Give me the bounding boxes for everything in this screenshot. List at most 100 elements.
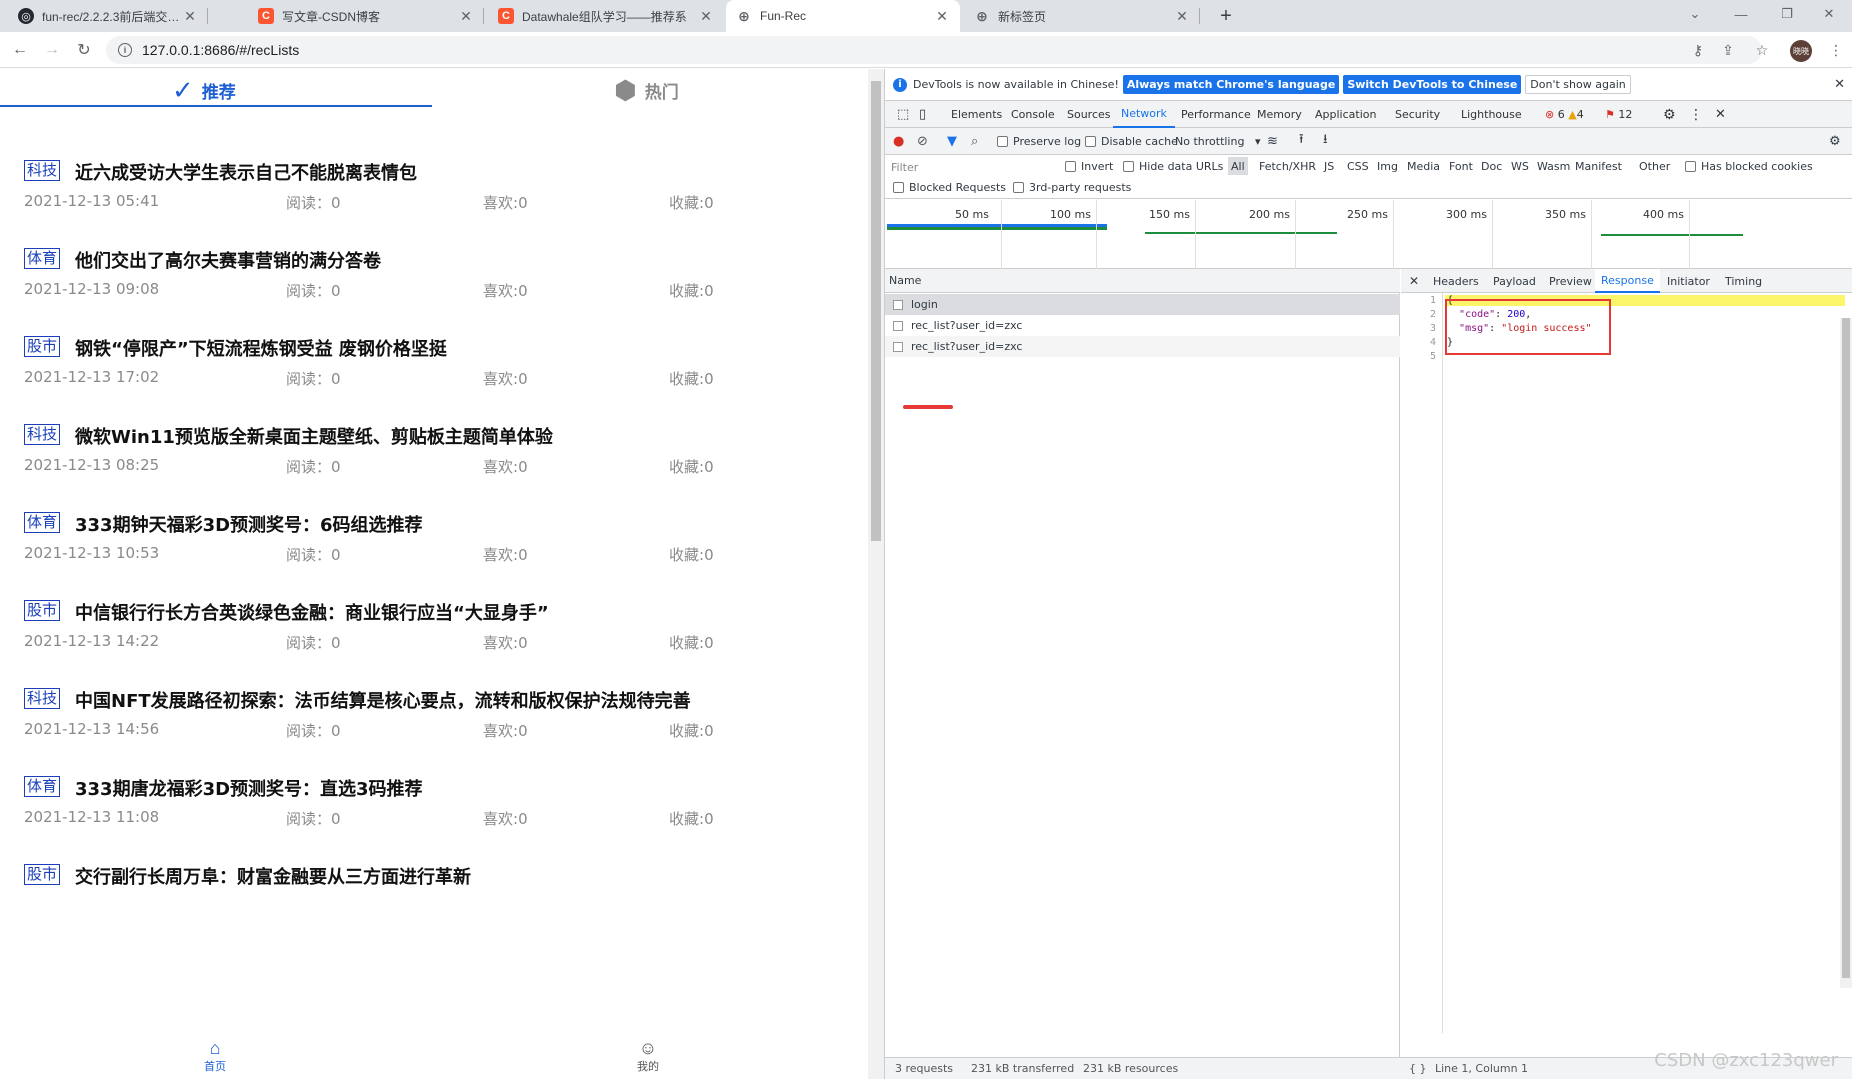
close-icon[interactable]: ✕ xyxy=(934,8,950,25)
star-icon[interactable]: ☆ xyxy=(1752,40,1772,60)
news-item[interactable]: 体育 他们交出了高尔夫赛事营销的满分答卷 2021-12-13 09:08 阅读：0 喜… xyxy=(24,243,844,333)
request-row[interactable]: rec_list?user_id=zxc xyxy=(885,315,1400,336)
invert-checkbox[interactable]: Invert xyxy=(1065,157,1113,175)
news-title[interactable]: 钢铁“停限产”下短流程炼钢受益 废钢价格坚挺 xyxy=(75,335,447,361)
share-icon[interactable]: ⇪ xyxy=(1718,40,1738,60)
blocked-requests-checkbox[interactable]: Blocked Requests xyxy=(893,178,1006,196)
scrollbar-thumb[interactable] xyxy=(871,81,881,541)
restore-button[interactable]: ❐ xyxy=(1764,0,1810,28)
filter-type-img[interactable]: Img xyxy=(1377,157,1398,175)
request-row[interactable]: login xyxy=(885,294,1400,315)
news-item[interactable]: 科技 近六成受访大学生表示自己不能脱离表情包 2021-12-13 05:41 阅读：… xyxy=(24,155,844,245)
browser-tab[interactable]: ⊕ 新标签页 ✕ xyxy=(964,0,1200,32)
preserve-log-checkbox[interactable]: Preserve log xyxy=(997,132,1081,150)
filter-icon[interactable]: ▼ xyxy=(947,132,957,150)
tab-sources[interactable]: Sources xyxy=(1059,101,1119,128)
filter-type-all[interactable]: All xyxy=(1228,157,1248,175)
download-icon[interactable]: ⭳ xyxy=(1323,132,1328,150)
response-body[interactable]: 1 2 3 4 5 { "code": 200, "msg": "login s… xyxy=(1401,293,1852,1033)
close-icon[interactable]: ✕ xyxy=(1403,269,1425,293)
filter-type-other[interactable]: Other xyxy=(1639,157,1670,175)
reload-icon[interactable]: ↻ xyxy=(72,38,96,62)
error-badge[interactable]: ⊗ 6 ▲ 4 xyxy=(1537,101,1592,128)
device-toolbar-icon[interactable]: ▯ xyxy=(911,101,934,128)
news-item[interactable]: 科技 微软Win11预览版全新桌面主题壁纸、剪贴板主题简单体验 2021-12-13… xyxy=(24,419,844,509)
tab-payload[interactable]: Payload xyxy=(1487,269,1542,293)
news-item[interactable]: 股市 交行副行长周万阜：财富金融要从三方面进行革新 xyxy=(24,859,844,949)
news-title[interactable]: 他们交出了高尔夫赛事营销的满分答卷 xyxy=(75,247,381,273)
forward-arrow-icon[interactable]: → xyxy=(40,38,64,62)
new-tab-button[interactable]: + xyxy=(1214,0,1238,32)
tab-recommend[interactable]: ✓ 推荐 xyxy=(172,71,236,109)
news-title[interactable]: 333期钟天福彩3D预测奖号：6码组选推荐 xyxy=(75,511,423,537)
braces-icon[interactable]: { } xyxy=(1409,1062,1427,1075)
tab-security[interactable]: Security xyxy=(1387,101,1448,128)
tab-headers[interactable]: Headers xyxy=(1427,269,1485,293)
filter-type-wasm[interactable]: Wasm xyxy=(1537,157,1570,175)
tab-hot[interactable]: ⬢ 热门 xyxy=(614,71,679,109)
disable-cache-checkbox[interactable]: Disable cache xyxy=(1085,132,1178,150)
filter-type-manifest[interactable]: Manifest xyxy=(1575,157,1622,175)
news-item[interactable]: 股市 中信银行行长方合英谈绿色金融：商业银行应当“大显身手” 2021-12-13 … xyxy=(24,595,844,685)
browser-tab[interactable]: C Datawhale组队学习——推荐系 ✕ xyxy=(488,0,724,32)
news-title[interactable]: 微软Win11预览版全新桌面主题壁纸、剪贴板主题简单体验 xyxy=(75,423,553,449)
filter-type-doc[interactable]: Doc xyxy=(1481,157,1502,175)
browser-tab-active[interactable]: ⊕ Fun-Rec ✕ xyxy=(726,0,960,32)
info-icon[interactable]: i xyxy=(118,43,132,57)
bottom-tab-home[interactable]: ⌂ 首页 xyxy=(185,1032,245,1079)
news-title[interactable]: 中国NFT发展路径初探索：法币结算是核心要点，流转和版权保护法规待完善 xyxy=(75,687,691,713)
filter-type-media[interactable]: Media xyxy=(1407,157,1440,175)
tab-performance[interactable]: Performance xyxy=(1173,101,1259,128)
third-party-checkbox[interactable]: 3rd-party requests xyxy=(1013,178,1131,196)
clear-icon[interactable]: ⊘ xyxy=(917,132,928,150)
scrollbar-thumb[interactable] xyxy=(1842,318,1850,978)
news-title[interactable]: 333期唐龙福彩3D预测奖号：直选3码推荐 xyxy=(75,775,423,801)
close-icon[interactable]: ✕ xyxy=(698,8,714,25)
key-icon[interactable]: ⚷ xyxy=(1688,40,1708,60)
gear-icon[interactable]: ⚙ xyxy=(1829,132,1841,150)
throttling-select[interactable]: No throttling ▾ xyxy=(1175,132,1260,150)
news-item[interactable]: 体育 333期钟天福彩3D预测奖号：6码组选推荐 2021-12-13 10:53 阅… xyxy=(24,507,844,597)
page-scrollbar[interactable] xyxy=(868,69,884,1079)
news-item[interactable]: 体育 333期唐龙福彩3D预测奖号：直选3码推荐 2021-12-13 11:08 阅… xyxy=(24,771,844,861)
response-scrollbar[interactable] xyxy=(1840,318,1852,988)
filter-type-fetch[interactable]: Fetch/XHR xyxy=(1259,157,1316,175)
news-title[interactable]: 交行副行长周万阜：财富金融要从三方面进行革新 xyxy=(75,863,471,889)
dont-show-again-button[interactable]: Don't show again xyxy=(1525,75,1631,94)
news-title[interactable]: 近六成受访大学生表示自己不能脱离表情包 xyxy=(75,159,417,185)
issues-badge[interactable]: ⚑ 12 xyxy=(1597,101,1640,128)
tab-application[interactable]: Application xyxy=(1307,101,1384,128)
avatar[interactable]: 晓晓 xyxy=(1790,40,1812,62)
tab-network[interactable]: Network xyxy=(1113,101,1175,128)
close-icon[interactable]: ✕ xyxy=(1707,101,1734,128)
tab-console[interactable]: Console xyxy=(1003,101,1063,128)
network-conditions-icon[interactable]: ≋ xyxy=(1267,132,1278,150)
browser-tab[interactable]: C 写文章-CSDN博客 ✕ xyxy=(248,0,484,32)
column-name[interactable]: Name xyxy=(889,274,921,287)
close-icon[interactable]: ✕ xyxy=(1834,77,1845,92)
tab-memory[interactable]: Memory xyxy=(1249,101,1310,128)
gear-icon[interactable]: ⚙ xyxy=(1655,101,1684,128)
address-bar[interactable]: i 127.0.0.1:8686/#/recLists xyxy=(106,36,1762,64)
filter-input[interactable]: Filter xyxy=(891,158,1025,176)
more-vert-icon[interactable]: ⋮ xyxy=(1826,40,1846,60)
filter-type-font[interactable]: Font xyxy=(1449,157,1473,175)
news-item[interactable]: 科技 中国NFT发展路径初探索：法币结算是核心要点，流转和版权保护法规待完善 202… xyxy=(24,683,844,773)
has-blocked-cookies-checkbox[interactable]: Has blocked cookies xyxy=(1685,157,1813,175)
request-row[interactable]: rec_list?user_id=zxc xyxy=(885,336,1400,357)
minimize-button[interactable]: — xyxy=(1718,0,1764,28)
tab-elements[interactable]: Elements xyxy=(943,101,1010,128)
back-arrow-icon[interactable]: ← xyxy=(8,38,32,62)
search-icon[interactable]: ⌕ xyxy=(971,132,978,150)
news-item[interactable]: 股市 钢铁“停限产”下短流程炼钢受益 废钢价格坚挺 2021-12-13 17:02… xyxy=(24,331,844,421)
browser-tab[interactable]: ◎ fun-rec/2.2.2.3前后端交互.md at ✕ xyxy=(8,0,208,32)
tab-preview[interactable]: Preview xyxy=(1543,269,1598,293)
close-icon[interactable]: ✕ xyxy=(182,8,198,25)
tab-response[interactable]: Response xyxy=(1595,269,1660,293)
bottom-tab-mine[interactable]: ☺ 我的 xyxy=(618,1032,678,1079)
filter-type-css[interactable]: CSS xyxy=(1347,157,1369,175)
match-language-button[interactable]: Always match Chrome's language xyxy=(1122,75,1340,94)
chevron-down-icon[interactable]: ⌄ xyxy=(1672,0,1718,28)
close-icon[interactable]: ✕ xyxy=(458,8,474,25)
tab-lighthouse[interactable]: Lighthouse xyxy=(1453,101,1530,128)
